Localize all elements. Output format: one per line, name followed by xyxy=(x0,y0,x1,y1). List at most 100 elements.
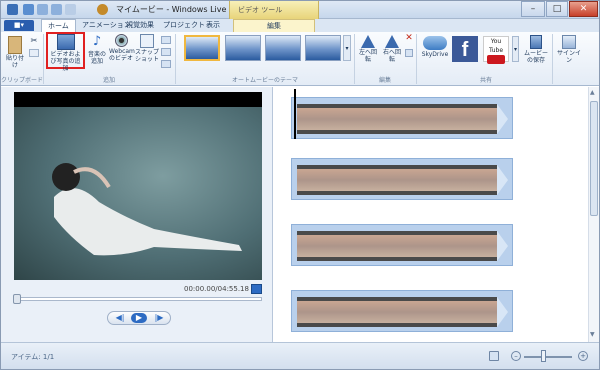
tab-home[interactable]: ホーム xyxy=(41,19,76,32)
zoom-slider[interactable] xyxy=(524,356,572,358)
zoom-slider-thumb[interactable] xyxy=(541,350,546,362)
playhead[interactable] xyxy=(294,89,296,139)
automovie-theme-2[interactable] xyxy=(225,35,261,61)
playback-controls: ◀| ▶ |▶ xyxy=(107,311,171,325)
skydrive-label: SkyDrive xyxy=(421,51,449,58)
clip-row[interactable] xyxy=(291,290,513,332)
clip-row[interactable] xyxy=(291,97,513,139)
save-movie-button[interactable]: ムービーの保存 xyxy=(523,35,549,64)
scroll-thumb[interactable] xyxy=(590,101,598,216)
tab-visual-effects[interactable]: 視覚効果 xyxy=(120,19,160,32)
title-icon[interactable] xyxy=(161,48,171,56)
item-count: アイテム: 1/1 xyxy=(11,353,55,361)
share-more-icon[interactable]: ▾ xyxy=(512,36,519,62)
save-movie-label: ムービーの保存 xyxy=(523,50,548,64)
zoom-out-button[interactable]: – xyxy=(511,351,521,361)
thumbnail-size-icon[interactable] xyxy=(489,351,499,361)
separator xyxy=(175,34,176,84)
snapshot-icon xyxy=(140,34,154,48)
snapshot-label: スナップショット xyxy=(135,49,160,63)
webcam-icon xyxy=(114,34,128,47)
caption-icon[interactable] xyxy=(161,36,171,44)
fullscreen-icon[interactable] xyxy=(251,284,262,294)
copy-icon[interactable] xyxy=(29,49,39,57)
save-icon[interactable] xyxy=(23,4,34,15)
undo-icon[interactable] xyxy=(37,4,48,15)
scroll-up-icon[interactable]: ▲ xyxy=(590,89,595,96)
timecode: 00:00.00/04:55.18 xyxy=(184,285,249,293)
remove-icon[interactable]: ✕ xyxy=(405,34,413,43)
rotate-right-icon xyxy=(385,35,399,48)
film-photo-icon xyxy=(56,34,75,50)
automovie-theme-3[interactable] xyxy=(265,35,301,61)
paste-label: 貼り付け xyxy=(5,55,24,69)
save-movie-icon xyxy=(530,35,542,49)
minimize-button[interactable]: – xyxy=(521,1,545,17)
video-preview[interactable] xyxy=(14,92,262,280)
rotate-right-button[interactable]: 右へ回転 xyxy=(381,35,403,63)
add-videos-photos-label: ビデオおよび写真の追加 xyxy=(50,51,81,72)
scroll-down-icon[interactable]: ▼ xyxy=(590,331,595,338)
clip-filmstrip xyxy=(297,104,497,134)
tab-view[interactable]: 表示 xyxy=(200,19,226,32)
redo-icon[interactable] xyxy=(51,4,62,15)
credits-icon[interactable] xyxy=(161,60,171,68)
close-button[interactable]: ✕ xyxy=(569,1,598,17)
clip-continue-arrow xyxy=(497,297,508,327)
paste-button[interactable]: 貼り付け xyxy=(4,36,26,69)
cut-icon[interactable]: ✂ xyxy=(29,37,39,45)
webcam-video-button[interactable]: Webcam のビデオ xyxy=(109,34,135,62)
separator xyxy=(354,34,355,84)
rotate-left-button[interactable]: 左へ回転 xyxy=(357,35,379,63)
seek-thumb[interactable] xyxy=(13,294,21,304)
ribbon: 貼り付け ✂ クリップボード ビデオおよび写真の追加 ♪ 音楽の追加 Webca… xyxy=(1,32,599,86)
file-menu-button[interactable]: ■▾ xyxy=(4,20,34,31)
customize-toolbar-icon[interactable] xyxy=(65,4,76,15)
movie-icon xyxy=(97,4,108,15)
group-automovie-themes: オートムービーのテーマ xyxy=(231,77,298,84)
add-music-label: 音楽の追加 xyxy=(87,51,106,65)
previous-frame-button[interactable]: ◀| xyxy=(111,313,129,323)
context-header-label: ビデオ ツール xyxy=(238,6,283,14)
vertical-scrollbar[interactable]: ▲ ▼ xyxy=(588,87,599,342)
skydrive-button[interactable]: SkyDrive xyxy=(421,36,449,58)
clip-row[interactable] xyxy=(291,158,513,200)
video-tools-context-header: ビデオ ツール xyxy=(229,1,319,19)
separator xyxy=(43,34,44,84)
next-frame-button[interactable]: |▶ xyxy=(150,313,168,323)
title-bar: マイムービー - Windows Live ムービー メーカー ビデオ ツール … xyxy=(1,1,599,19)
rotate-right-label: 右へ回転 xyxy=(382,49,401,63)
youtube-button[interactable]: You Tube xyxy=(483,36,509,64)
themes-more-icon[interactable]: ▾ xyxy=(343,35,351,61)
snapshot-button[interactable]: スナップショット xyxy=(135,34,159,63)
signin-button[interactable]: サインイン xyxy=(555,35,583,64)
seek-bar[interactable] xyxy=(13,294,262,304)
signin-icon xyxy=(562,35,576,49)
add-videos-photos-button[interactable]: ビデオおよび写真の追加 xyxy=(48,34,83,72)
clip-filmstrip xyxy=(297,231,497,261)
app-menu-icon[interactable] xyxy=(7,4,18,15)
group-add: 追加 xyxy=(102,77,115,84)
clip-row[interactable] xyxy=(291,224,513,266)
group-clipboard: クリップボード xyxy=(1,77,44,84)
app-window: マイムービー - Windows Live ムービー メーカー ビデオ ツール … xyxy=(0,0,600,370)
add-music-button[interactable]: ♪ 音楽の追加 xyxy=(87,34,107,65)
status-bar: アイテム: 1/1 – + xyxy=(1,342,599,369)
preview-pane: 00:00.00/04:55.18 ◀| ▶ |▶ xyxy=(1,87,273,342)
automovie-theme-4[interactable] xyxy=(305,35,341,61)
select-all-icon[interactable] xyxy=(405,49,413,57)
play-button[interactable]: ▶ xyxy=(131,313,147,323)
tab-edit[interactable]: 編集 xyxy=(233,19,315,32)
automovie-theme-1[interactable] xyxy=(184,35,220,61)
facebook-icon[interactable]: f xyxy=(452,36,478,62)
main-area: 00:00.00/04:55.18 ◀| ▶ |▶ xyxy=(1,87,599,342)
maximize-button[interactable]: □ xyxy=(546,1,568,17)
zoom-in-button[interactable]: + xyxy=(578,351,588,361)
clip-continue-arrow xyxy=(497,231,508,261)
clip-continue-arrow xyxy=(497,104,508,134)
clipboard-icon xyxy=(8,36,22,54)
ribbon-tab-bar: ■▾ ホーム アニメーション 視覚効果 プロジェクト 表示 編集 xyxy=(1,19,599,32)
signin-label: サインイン xyxy=(556,50,581,64)
rotate-left-icon xyxy=(361,35,375,48)
youtube-label: You Tube xyxy=(488,38,504,54)
